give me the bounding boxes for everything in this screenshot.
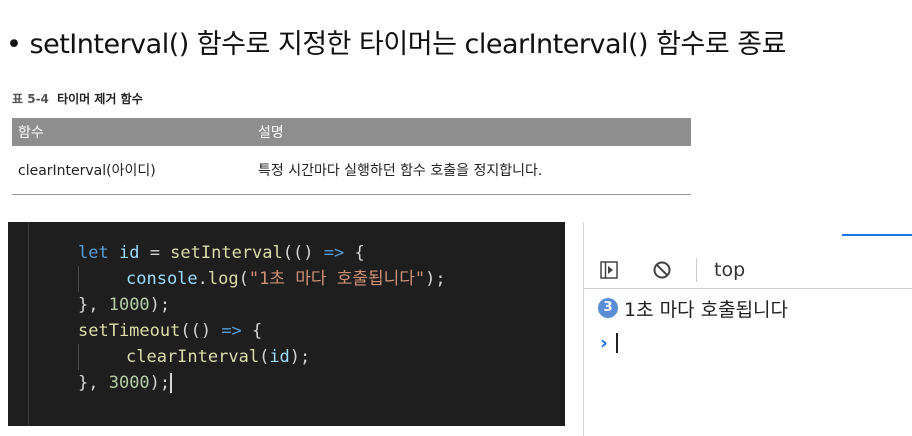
table-header-description: 설명: [258, 125, 284, 141]
code-line: clearInterval(id);: [8, 344, 565, 370]
code-token: .: [197, 269, 208, 289]
code-token: );: [289, 347, 311, 367]
code-token: setTimeout: [78, 321, 181, 341]
block-icon[interactable]: [652, 260, 672, 280]
table-row: clearInterval(아이디) 특정 시간마다 실행하던 함수 호출을 정…: [12, 146, 691, 195]
sidebar-toggle-icon[interactable]: [600, 261, 618, 279]
bullet: •: [6, 29, 22, 60]
code-line: }, 1000);: [8, 292, 565, 318]
code-token: id: [269, 347, 290, 367]
table-header-function: 함수: [18, 125, 44, 141]
repeat-count-badge: 3: [598, 298, 618, 318]
code-token: =>: [221, 321, 242, 341]
code-token: );: [149, 295, 171, 315]
code-token: console: [126, 269, 198, 289]
code-token: "1초 마다 호출됩니다": [248, 269, 426, 289]
code-token: ((): [282, 243, 324, 263]
prompt-chevron-icon: ›: [600, 332, 608, 354]
table-caption-number: 표 5-4: [12, 92, 49, 106]
console-prompt[interactable]: ›: [600, 330, 618, 356]
code-token: ((): [180, 321, 222, 341]
code-token: clearInterval: [126, 347, 260, 367]
table-header-row: 함수 설명: [12, 118, 691, 146]
code-line: setTimeout(() => {: [8, 318, 565, 344]
code-token: );: [149, 373, 171, 393]
code-token: 3000: [108, 373, 150, 393]
code-token: },: [78, 373, 109, 393]
text-cursor: [615, 333, 618, 353]
code-token: log: [207, 269, 239, 289]
code-token: id: [118, 243, 140, 263]
devtools-console: top 3 1초 마다 호출됩니다 ›: [583, 222, 912, 436]
code-token: (: [259, 347, 270, 367]
code-token: let: [78, 243, 109, 263]
code-token: },: [78, 295, 109, 315]
code-line: let id = setInterval(() => {: [8, 240, 565, 266]
code-token: );: [425, 269, 446, 289]
table-cell-function: clearInterval(아이디): [18, 163, 156, 179]
slide-headline: • setInterval() 함수로 지정한 타이머는 clearInterv…: [6, 22, 786, 61]
code-token: (: [238, 269, 249, 289]
slide: • setInterval() 함수로 지정한 타이머는 clearInterv…: [0, 0, 912, 436]
code-editor[interactable]: let id = setInterval(() => {console.log(…: [8, 222, 565, 426]
indent-guide: [78, 344, 79, 370]
active-tab-indicator: [842, 234, 912, 236]
context-selector[interactable]: top: [714, 258, 745, 282]
headline-text: setInterval() 함수로 지정한 타이머는 clearInterval…: [29, 29, 787, 60]
code-token: {: [344, 243, 365, 263]
text-cursor: [170, 373, 173, 393]
code-token: =>: [323, 243, 345, 263]
table-cell-description: 특정 시간마다 실행하던 함수 호출을 정지합니다.: [258, 163, 543, 179]
table-caption-title: 타이머 제거 함수: [57, 92, 143, 106]
code-token: =: [139, 243, 171, 263]
table-caption: 표 5-4 타이머 제거 함수: [12, 90, 143, 107]
console-log-text: 1초 마다 호출됩니다: [624, 298, 789, 321]
indent-guide: [78, 266, 79, 292]
code-line: }, 3000);: [8, 370, 565, 396]
console-toolbar: top: [584, 252, 912, 289]
code-line: console.log("1초 마다 호출됩니다");: [8, 266, 565, 292]
console-log-message: 3 1초 마다 호출됩니다: [598, 295, 788, 321]
code-token: 1000: [108, 295, 150, 315]
function-table: 함수 설명 clearInterval(아이디) 특정 시간마다 실행하던 함수…: [12, 118, 691, 195]
code-token: {: [241, 321, 263, 341]
toolbar-divider: [696, 258, 697, 282]
code-token: setInterval: [170, 243, 283, 263]
